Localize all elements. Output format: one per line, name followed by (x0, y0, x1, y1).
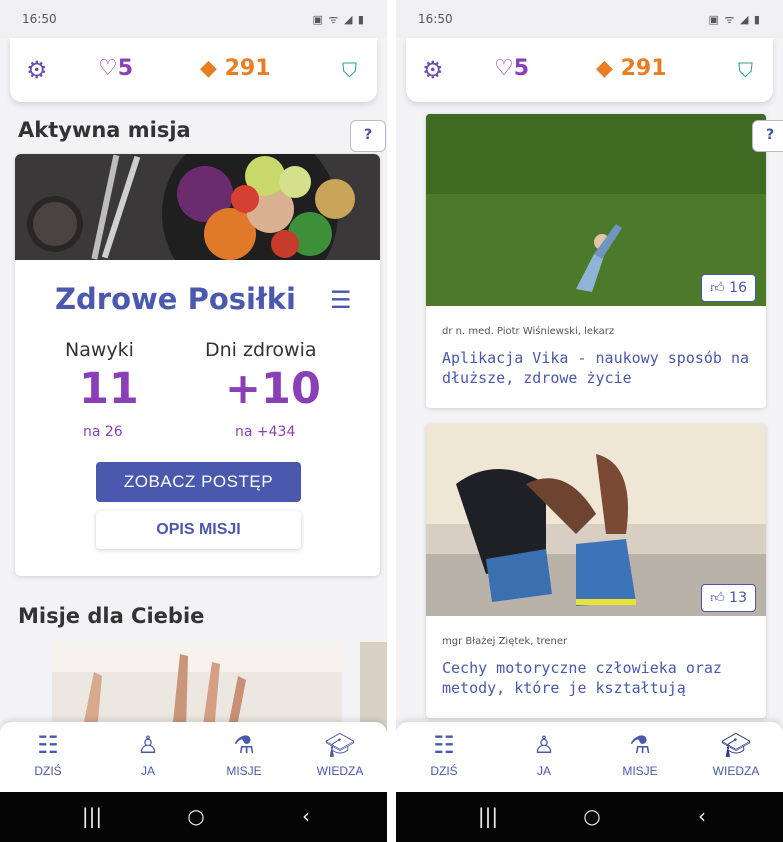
article-title[interactable]: Cechy motoryczne człowieka oraz metody, … (442, 658, 752, 698)
top-bar: ⚙ ♡5 ◆ 291 ⛉ (10, 38, 377, 102)
article-title[interactable]: Aplikacja Vika - naukowy sposób na dłużs… (442, 348, 752, 388)
system-navigation-bar: ||| ○ ‹ (396, 792, 783, 842)
graduation-cap-icon: 🎓︎ (720, 731, 752, 759)
active-mission-card: Zdrowe Posiłki ☰ Nawyki 11 na 26 Dni zdr… (15, 154, 380, 576)
article-card[interactable]: 👍︎ 13 mgr Błażej Ziętek, trener Cechy mo… (426, 424, 766, 718)
phone-screen-right: 16:50 ▣ ᯤ ◢ ▮ ⚙ ♡5 ◆ 291 ⛉ 👍︎ 16 dr n. m… (396, 0, 783, 842)
stat-sub-health-days: na +434 (235, 424, 296, 440)
stat-label-habits: Nawyki (65, 339, 134, 361)
nav-item-knowledge[interactable]: 🎓︎ WIEDZA (696, 730, 776, 778)
mission-description-button[interactable]: OPIS MISJI (96, 511, 301, 549)
stat-sub-habits: na 26 (83, 424, 123, 440)
thumbs-up-icon: 👍︎ (710, 590, 725, 606)
nav-item-me[interactable]: ♙ JA (504, 730, 584, 778)
list-icon: ☷ (433, 731, 455, 759)
home-icon[interactable]: ○ (176, 804, 216, 828)
article-author: dr n. med. Piotr Wiśniewski, lekarz (442, 326, 615, 337)
status-time: 16:50 (418, 12, 453, 26)
diamond-icon: ◆ (200, 56, 217, 81)
back-icon[interactable]: ‹ (682, 804, 722, 828)
home-icon[interactable]: ○ (572, 804, 612, 828)
recent-apps-icon[interactable]: ||| (468, 804, 508, 828)
status-bar: 16:50 ▣ ᯤ ◢ ▮ (396, 0, 783, 38)
person-icon: ♙ (533, 731, 555, 759)
flask-icon: ⚗ (629, 731, 651, 759)
help-button[interactable]: ? (350, 120, 386, 152)
nav-item-missions[interactable]: ⚗ MISJE (600, 730, 680, 778)
hearts-counter[interactable]: ♡5 (98, 56, 133, 81)
sliders-icon[interactable]: ☰ (330, 286, 352, 314)
gems-counter[interactable]: ◆ 291 (596, 56, 667, 81)
heart-plus-icon: ♡ (494, 56, 514, 81)
shield-icon[interactable]: ⛉ (738, 58, 753, 82)
healthy-food-image (15, 154, 380, 260)
stat-label-health-days: Dni zdrowia (205, 339, 317, 361)
flask-icon: ⚗ (233, 731, 255, 759)
shield-icon[interactable]: ⛉ (342, 58, 357, 82)
stat-value-habits: 11 (79, 364, 139, 414)
settings-icon[interactable]: ⚙ (422, 56, 444, 84)
status-icons: ▣ ᯤ ◢ ▮ (708, 13, 761, 26)
nav-item-today[interactable]: ☷ DZIŚ (8, 730, 88, 778)
status-time: 16:50 (22, 12, 57, 26)
hearts-counter[interactable]: ♡5 (494, 56, 529, 81)
gems-counter[interactable]: ◆ 291 (200, 56, 271, 81)
diamond-icon: ◆ (596, 56, 613, 81)
thumbs-up-icon: 👍︎ (710, 280, 725, 296)
nav-item-missions[interactable]: ⚗ MISJE (204, 730, 284, 778)
mission-thumbnail-raised-hands[interactable] (52, 642, 342, 732)
nav-item-knowledge[interactable]: 🎓︎ WIEDZA (300, 730, 380, 778)
article-author: mgr Błażej Ziętek, trener (442, 636, 568, 647)
graduation-cap-icon: 🎓︎ (324, 731, 356, 759)
mission-thumbnail-partial[interactable] (360, 642, 387, 732)
mission-name: Zdrowe Posiłki (55, 282, 296, 316)
article-card[interactable]: 👍︎ 16 dr n. med. Piotr Wiśniewski, lekar… (426, 114, 766, 408)
heart-plus-icon: ♡ (98, 56, 118, 81)
nav-item-today[interactable]: ☷ DZIŚ (404, 730, 484, 778)
stat-value-health-days: +10 (225, 364, 321, 414)
status-bar: 16:50 ▣ ᯤ ◢ ▮ (0, 0, 387, 38)
likes-button[interactable]: 👍︎ 16 (701, 274, 756, 302)
nav-item-me[interactable]: ♙ JA (108, 730, 188, 778)
bottom-navigation: ☷ DZIŚ ♙ JA ⚗ MISJE 🎓︎ WIEDZA (0, 722, 387, 792)
likes-button[interactable]: 👍︎ 13 (701, 584, 756, 612)
active-mission-title: Aktywna misja (18, 118, 191, 142)
top-bar: ⚙ ♡5 ◆ 291 ⛉ (406, 38, 773, 102)
recent-apps-icon[interactable]: ||| (72, 804, 112, 828)
bottom-navigation: ☷ DZIŚ ♙ JA ⚗ MISJE 🎓︎ WIEDZA (396, 722, 783, 792)
settings-icon[interactable]: ⚙ (26, 56, 48, 84)
view-progress-button[interactable]: ZOBACZ POSTĘP (96, 462, 301, 502)
phone-screen-left: 16:50 ▣ ᯤ ◢ ▮ ⚙ ♡5 ◆ 291 ⛉ Aktywna misja… (0, 0, 387, 842)
help-button[interactable]: ? (752, 120, 783, 152)
missions-for-you-title: Misje dla Ciebie (18, 604, 205, 628)
status-icons: ▣ ᯤ ◢ ▮ (312, 13, 365, 26)
person-icon: ♙ (137, 731, 159, 759)
back-icon[interactable]: ‹ (286, 804, 326, 828)
list-icon: ☷ (37, 731, 59, 759)
system-navigation-bar: ||| ○ ‹ (0, 792, 387, 842)
